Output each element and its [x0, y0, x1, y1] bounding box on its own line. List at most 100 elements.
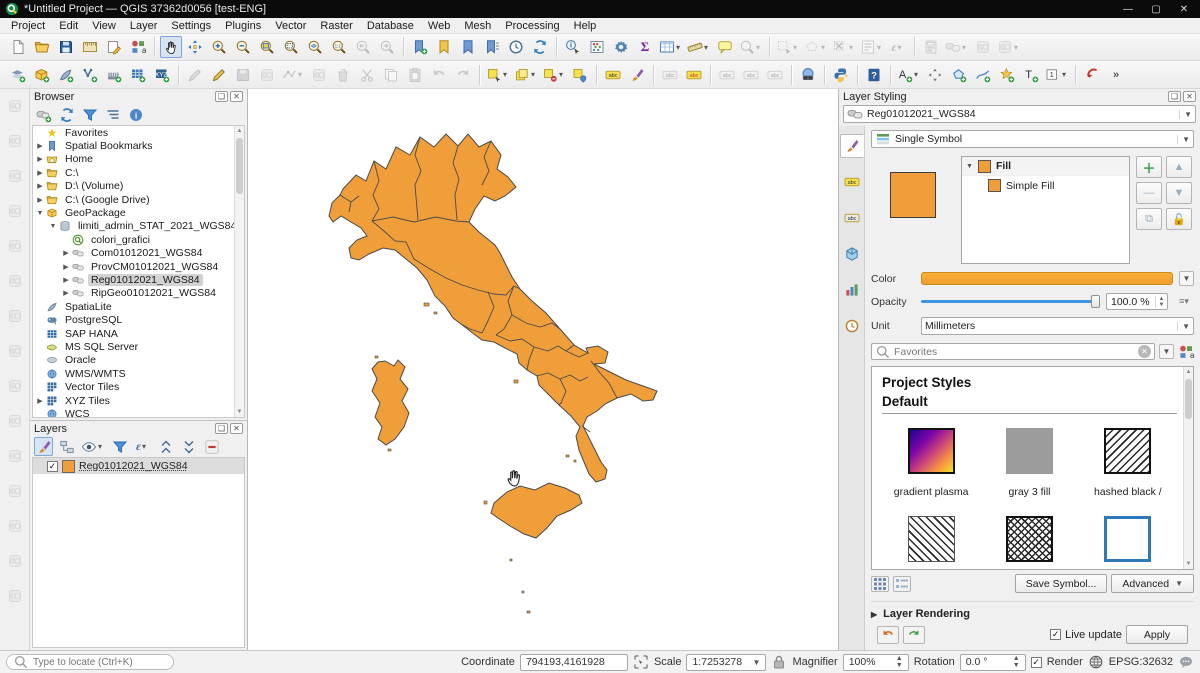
- menu-edit[interactable]: Edit: [52, 19, 85, 33]
- browser-item-spatial-bookmarks[interactable]: ▶Spatial Bookmarks: [33, 139, 244, 152]
- style-swatch-hashed-black-x[interactable]: hashed black X: [980, 516, 1078, 570]
- expander-icon[interactable]: ▶: [35, 397, 45, 405]
- symbol-tree-row-fill[interactable]: ▼ Fill: [962, 157, 1129, 176]
- zoom-in-icon[interactable]: [208, 36, 230, 58]
- browser-item-home[interactable]: ▶Home: [33, 153, 244, 166]
- apply-button[interactable]: Apply: [1126, 625, 1188, 644]
- form-annotation-icon[interactable]: 1▾: [1044, 64, 1070, 86]
- expander-icon[interactable]: ▶: [61, 289, 71, 297]
- metasearch-icon[interactable]: [797, 64, 819, 86]
- show-spatial-bookmarks-icon[interactable]: [433, 36, 455, 58]
- duplicate-symbol-layer-button[interactable]: ⧉: [1136, 208, 1162, 230]
- identify-features-icon[interactable]: i: [562, 36, 584, 58]
- browser-item-ms-sql-server[interactable]: MS SQL Server: [33, 340, 244, 353]
- browser-item-com01012021-wgs84[interactable]: ▶Com01012021_WGS84: [33, 247, 244, 260]
- osm-search-icon[interactable]: [1081, 64, 1103, 86]
- attributes-table-icon[interactable]: ▾: [658, 36, 684, 58]
- browser-item-spatialite[interactable]: SpatiaLite: [33, 300, 244, 313]
- browser-item-wms-wmts[interactable]: WMS/WMTS: [33, 367, 244, 380]
- annotation-layers-icon[interactable]: ▾: [513, 64, 539, 86]
- temporal-controller-icon[interactable]: [505, 36, 527, 58]
- unit-combo[interactable]: Millimeters ▼: [921, 317, 1194, 335]
- browser-item-sap-hana[interactable]: SAP HANA: [33, 327, 244, 340]
- collapse-all-icon[interactable]: [179, 437, 198, 456]
- filter-legend-icon[interactable]: [110, 437, 129, 456]
- help-contents-icon[interactable]: ?: [863, 64, 885, 86]
- browser-item-wcs[interactable]: WCS: [33, 407, 244, 418]
- render-checkbox[interactable]: ✓: [1031, 657, 1042, 668]
- menu-plugins[interactable]: Plugins: [218, 19, 268, 33]
- redo-style-icon[interactable]: [903, 626, 925, 644]
- remove-layer-icon[interactable]: [202, 437, 221, 456]
- expander-icon[interactable]: ▶: [35, 155, 45, 163]
- menu-web[interactable]: Web: [421, 19, 457, 33]
- menu-help[interactable]: Help: [567, 19, 604, 33]
- undo-style-icon[interactable]: [877, 626, 899, 644]
- expander-icon[interactable]: ▶: [61, 263, 71, 271]
- add-group-icon[interactable]: [57, 437, 76, 456]
- browser-item-geopackage[interactable]: ▼GeoPackage: [33, 206, 244, 219]
- close-icon[interactable]: ✕: [1170, 0, 1198, 18]
- zoom-native-icon[interactable]: 1:1: [328, 36, 350, 58]
- menu-project[interactable]: Project: [4, 19, 52, 33]
- move-down-button[interactable]: ▼: [1166, 182, 1192, 204]
- expander-icon[interactable]: ▶: [61, 249, 71, 257]
- sum-features-icon[interactable]: Σ: [634, 36, 656, 58]
- browser-item-xyz-tiles[interactable]: ▶XYZ Tiles: [33, 394, 244, 407]
- add-symbol-layer-button[interactable]: ＋: [1136, 156, 1162, 178]
- style-manager-icon[interactable]: a: [127, 36, 149, 58]
- browser-item-d-volume[interactable]: ▶D:\ (Volume): [33, 180, 244, 193]
- annotation-pin-icon[interactable]: [569, 64, 591, 86]
- browser-item-c[interactable]: ▶C:\: [33, 166, 244, 179]
- expander-icon[interactable]: ▶: [35, 142, 45, 150]
- layout-manager-icon[interactable]: [79, 36, 101, 58]
- browser-item-oracle[interactable]: Oracle: [33, 354, 244, 367]
- line-annotation-icon[interactable]: [972, 64, 994, 86]
- style-swatch-gray-3-fill[interactable]: gray 3 fill: [980, 428, 1078, 498]
- add-geopackage-icon[interactable]: [31, 64, 53, 86]
- color-button[interactable]: [921, 272, 1173, 285]
- clear-search-icon[interactable]: ✕: [1138, 345, 1151, 358]
- copy-annotation-icon[interactable]: ▾: [541, 64, 567, 86]
- float-panel-icon[interactable]: ❏: [1168, 91, 1181, 102]
- layer-item-reg01012021_wgs84[interactable]: ✓Reg01012021_WGS84: [33, 458, 244, 474]
- layer-styling-colors-icon[interactable]: [626, 64, 648, 86]
- live-update-checkbox[interactable]: ✓: [1050, 629, 1061, 640]
- python-console-icon[interactable]: [830, 64, 852, 86]
- messages-icon[interactable]: [1178, 654, 1194, 670]
- chevron-down-icon[interactable]: ▼: [966, 163, 973, 170]
- search-dropdown-icon[interactable]: ▼: [1159, 344, 1174, 359]
- lock-color-button[interactable]: 🔓: [1166, 208, 1192, 230]
- color-dropdown-icon[interactable]: ▼: [1179, 271, 1194, 286]
- expander-icon[interactable]: ▼: [48, 223, 58, 230]
- browser-item-favorites[interactable]: ★Favorites: [33, 126, 244, 139]
- filter-expression-icon[interactable]: ε▾: [133, 437, 152, 456]
- menu-layer[interactable]: Layer: [123, 19, 165, 33]
- refresh-browser-icon[interactable]: [57, 105, 76, 124]
- rotation-spinbox[interactable]: 0.0 °▲▼: [960, 654, 1026, 671]
- minimize-icon[interactable]: —: [1114, 0, 1142, 18]
- opacity-slider-handle[interactable]: [1091, 295, 1100, 308]
- add-postgis-icon[interactable]: [79, 64, 101, 86]
- extent-icon[interactable]: [633, 654, 649, 670]
- bookmark-manager-icon[interactable]: [481, 36, 503, 58]
- float-panel-icon[interactable]: ❏: [215, 423, 228, 434]
- list-view-icon[interactable]: [893, 576, 911, 592]
- browser-item-provcm01012021-wgs84[interactable]: ▶ProvCM01012021_WGS84: [33, 260, 244, 273]
- new-spatial-bookmark-icon[interactable]: [409, 36, 431, 58]
- tab-diagrams-icon[interactable]: [840, 278, 864, 302]
- symbol-mode-combo[interactable]: Single Symbol ▼: [871, 130, 1194, 148]
- add-mssql-icon[interactable]: [103, 64, 125, 86]
- processing-toolbox-icon[interactable]: [610, 36, 632, 58]
- filter-browser-icon[interactable]: [80, 105, 99, 124]
- browser-item-colori-grafici[interactable]: colori_grafici: [33, 233, 244, 246]
- browser-item-postgresql[interactable]: PostgreSQL: [33, 313, 244, 326]
- menu-settings[interactable]: Settings: [164, 19, 218, 33]
- save-symbol-button[interactable]: Save Symbol...: [1015, 574, 1108, 593]
- collapse-tree-icon[interactable]: [103, 105, 122, 124]
- move-annotation-icon[interactable]: [924, 64, 946, 86]
- style-search-box[interactable]: ✕: [871, 343, 1155, 360]
- close-panel-icon[interactable]: ✕: [230, 91, 243, 102]
- browser-item-ripgeo01012021-wgs84[interactable]: ▶RipGeo01012021_WGS84: [33, 287, 244, 300]
- style-swatch-gradient-plasma[interactable]: gradient plasma: [882, 428, 980, 498]
